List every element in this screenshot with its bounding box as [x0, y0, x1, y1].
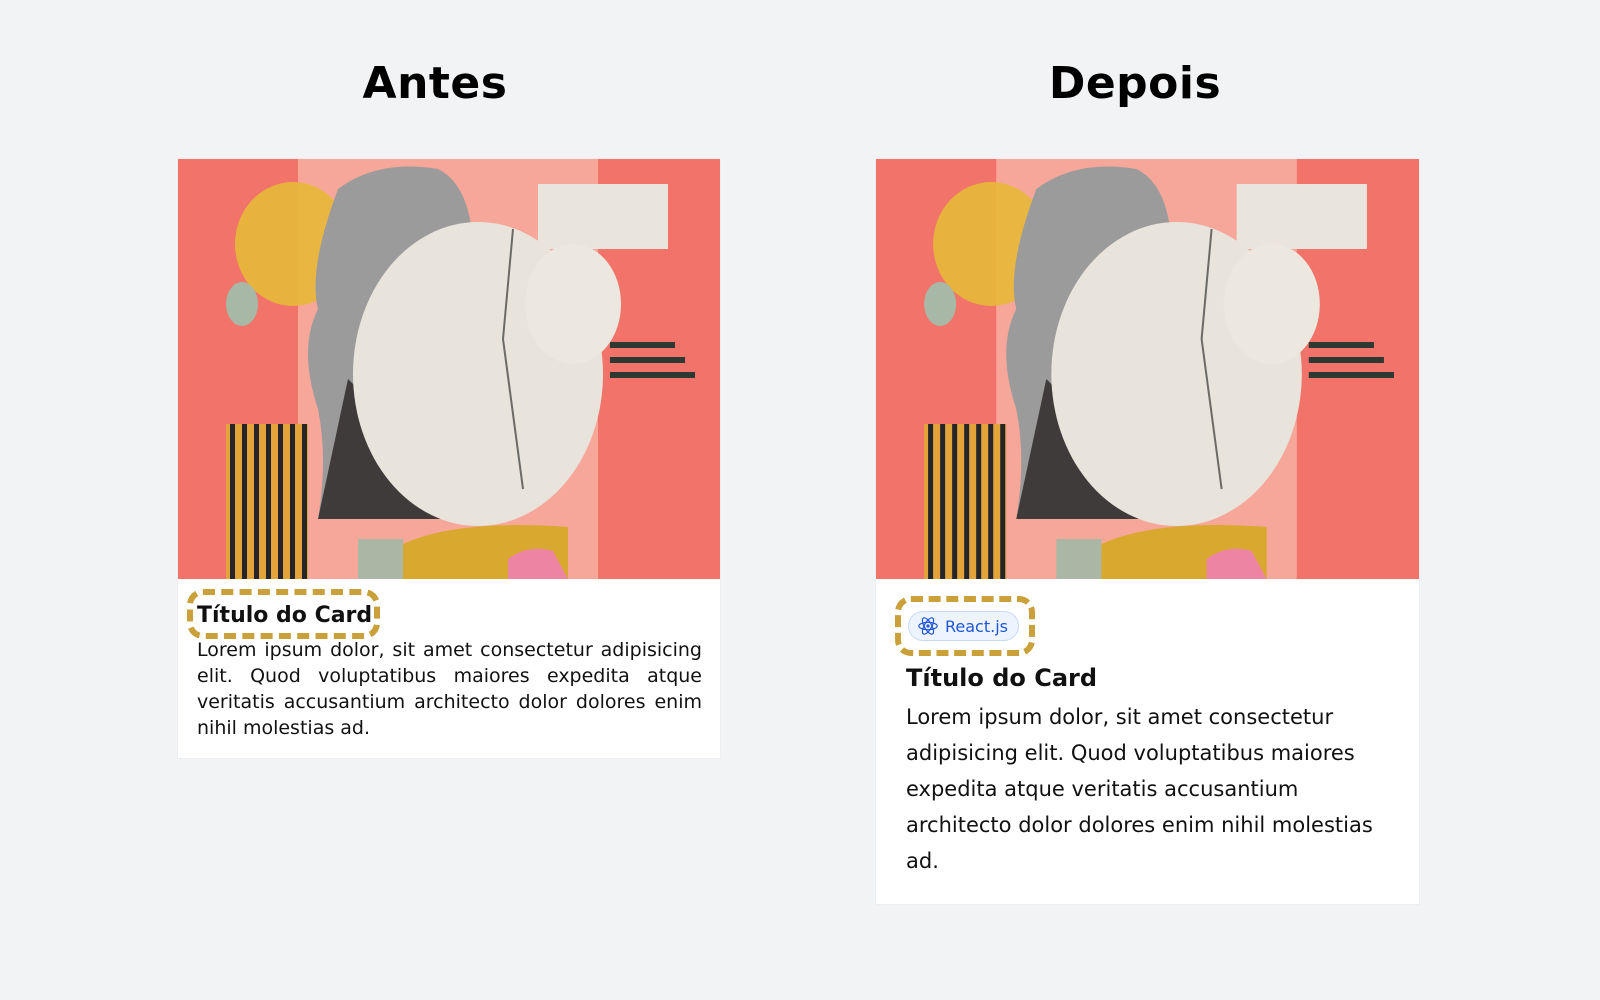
card-image	[178, 159, 720, 579]
card-description: Lorem ipsum dolor, sit amet consectetur …	[197, 639, 702, 739]
badge-label: React.js	[945, 616, 1008, 636]
card-description: Lorem ipsum dolor, sit amet consectetur …	[906, 705, 1373, 873]
card-after: React.js Título do Card Lorem ipsum dolo…	[876, 159, 1419, 904]
card-title: Título do Card	[197, 603, 373, 628]
collage-artwork	[876, 159, 1419, 579]
collage-artwork	[178, 159, 720, 579]
heading-before: Antes	[362, 58, 508, 109]
tech-badge: React.js	[908, 611, 1019, 641]
heading-after: Depois	[1048, 58, 1222, 109]
card-image	[876, 159, 1419, 579]
react-icon	[917, 615, 939, 637]
card-title: Título do Card	[906, 664, 1098, 692]
card-before: Título do Card Lorem ipsum dolor, sit am…	[178, 159, 720, 758]
